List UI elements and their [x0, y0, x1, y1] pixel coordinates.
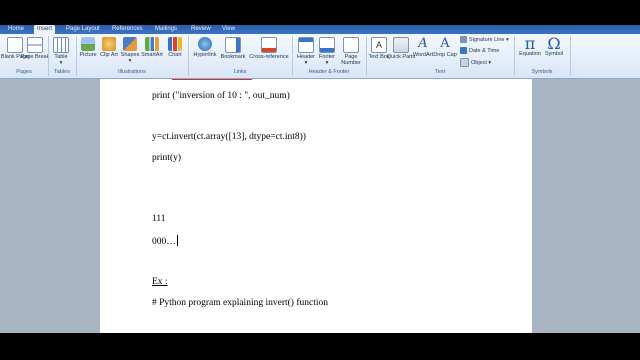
wordart-icon: A — [418, 36, 428, 51]
tab-view[interactable]: View — [222, 25, 235, 34]
footer-icon — [319, 37, 335, 53]
chart-icon — [168, 37, 182, 51]
drop-cap-icon: A — [440, 36, 450, 51]
word-window: Home Insert Page Layout References Maili… — [0, 25, 640, 333]
date-time-button[interactable]: Date & Time — [460, 47, 499, 56]
bookmark-icon — [225, 37, 241, 53]
tab-home[interactable]: Home — [8, 25, 24, 34]
globe-icon — [198, 37, 212, 51]
cross-reference-icon — [261, 37, 277, 53]
insert-ribbon: Blank Page Page Break Pages Table ▾ Table… — [0, 34, 640, 79]
page-break-icon — [27, 37, 43, 53]
doc-line-000: 000… — [152, 235, 178, 247]
clip-art-icon — [102, 37, 116, 51]
group-label-illustrations: Illustrations — [118, 69, 146, 75]
omega-icon: Ω — [547, 34, 561, 53]
doc-line-111: 111 — [152, 214, 166, 224]
spelling-underline — [172, 79, 252, 80]
signature-line-icon — [460, 36, 467, 44]
picture-icon — [81, 37, 95, 51]
table-button[interactable]: Table ▾ — [46, 37, 76, 66]
group-label-symbols: Symbols — [531, 69, 553, 75]
object-icon — [460, 58, 469, 67]
group-separator — [570, 36, 571, 76]
bookmark-button[interactable]: Bookmark — [218, 37, 248, 60]
tab-page-layout[interactable]: Page Layout — [66, 25, 100, 34]
symbol-button[interactable]: Ω Symbol — [539, 34, 569, 58]
tab-references[interactable]: References — [112, 25, 143, 34]
document-canvas: print ("inversion of 10 : ", out_num) y=… — [0, 79, 640, 333]
group-label-header-footer: Header & Footer — [308, 69, 350, 75]
ribbon-tab-bar: Home Insert Page Layout References Maili… — [0, 25, 640, 34]
document-page[interactable]: print ("inversion of 10 : ", out_num) y=… — [100, 79, 532, 333]
chart-button[interactable]: Chart — [160, 37, 190, 58]
calendar-icon — [460, 47, 467, 55]
hyperlink-button[interactable]: Hyperlink — [190, 37, 220, 58]
page-number-button[interactable]: Page Number — [336, 37, 366, 66]
doc-line-print-y: print(y) — [152, 153, 182, 163]
group-label-pages: Pages — [16, 69, 32, 75]
text-cursor — [176, 235, 178, 246]
smartart-icon — [145, 37, 159, 51]
group-label-tables: Tables — [54, 69, 70, 75]
tab-mailings[interactable]: Mailings — [155, 25, 177, 34]
text-box-icon: A — [371, 37, 387, 53]
tab-review[interactable]: Review — [191, 25, 211, 34]
object-button[interactable]: Object ▾ — [460, 58, 491, 67]
doc-line-ex: Ex : — [152, 277, 168, 287]
quick-parts-icon — [393, 37, 409, 53]
shapes-icon — [123, 37, 137, 51]
doc-line-invert-call: y=ct.invert(ct.array([13], dtype=ct.int8… — [152, 132, 306, 142]
doc-line-comment: # Python program explaining invert() fun… — [152, 298, 328, 308]
group-label-text: Text — [434, 69, 446, 75]
drop-cap-button[interactable]: A Drop Cap — [430, 36, 460, 59]
doc-line-print-inversion: print ("inversion of 10 : ", out_num) — [152, 91, 290, 101]
signature-line-button[interactable]: Signature Line ▾ — [460, 36, 509, 45]
page-number-icon — [343, 37, 359, 53]
group-label-links: Links — [233, 69, 247, 75]
cross-reference-button[interactable]: Cross-reference — [248, 37, 290, 60]
table-icon — [53, 37, 69, 53]
tab-insert[interactable]: Insert — [34, 25, 56, 34]
